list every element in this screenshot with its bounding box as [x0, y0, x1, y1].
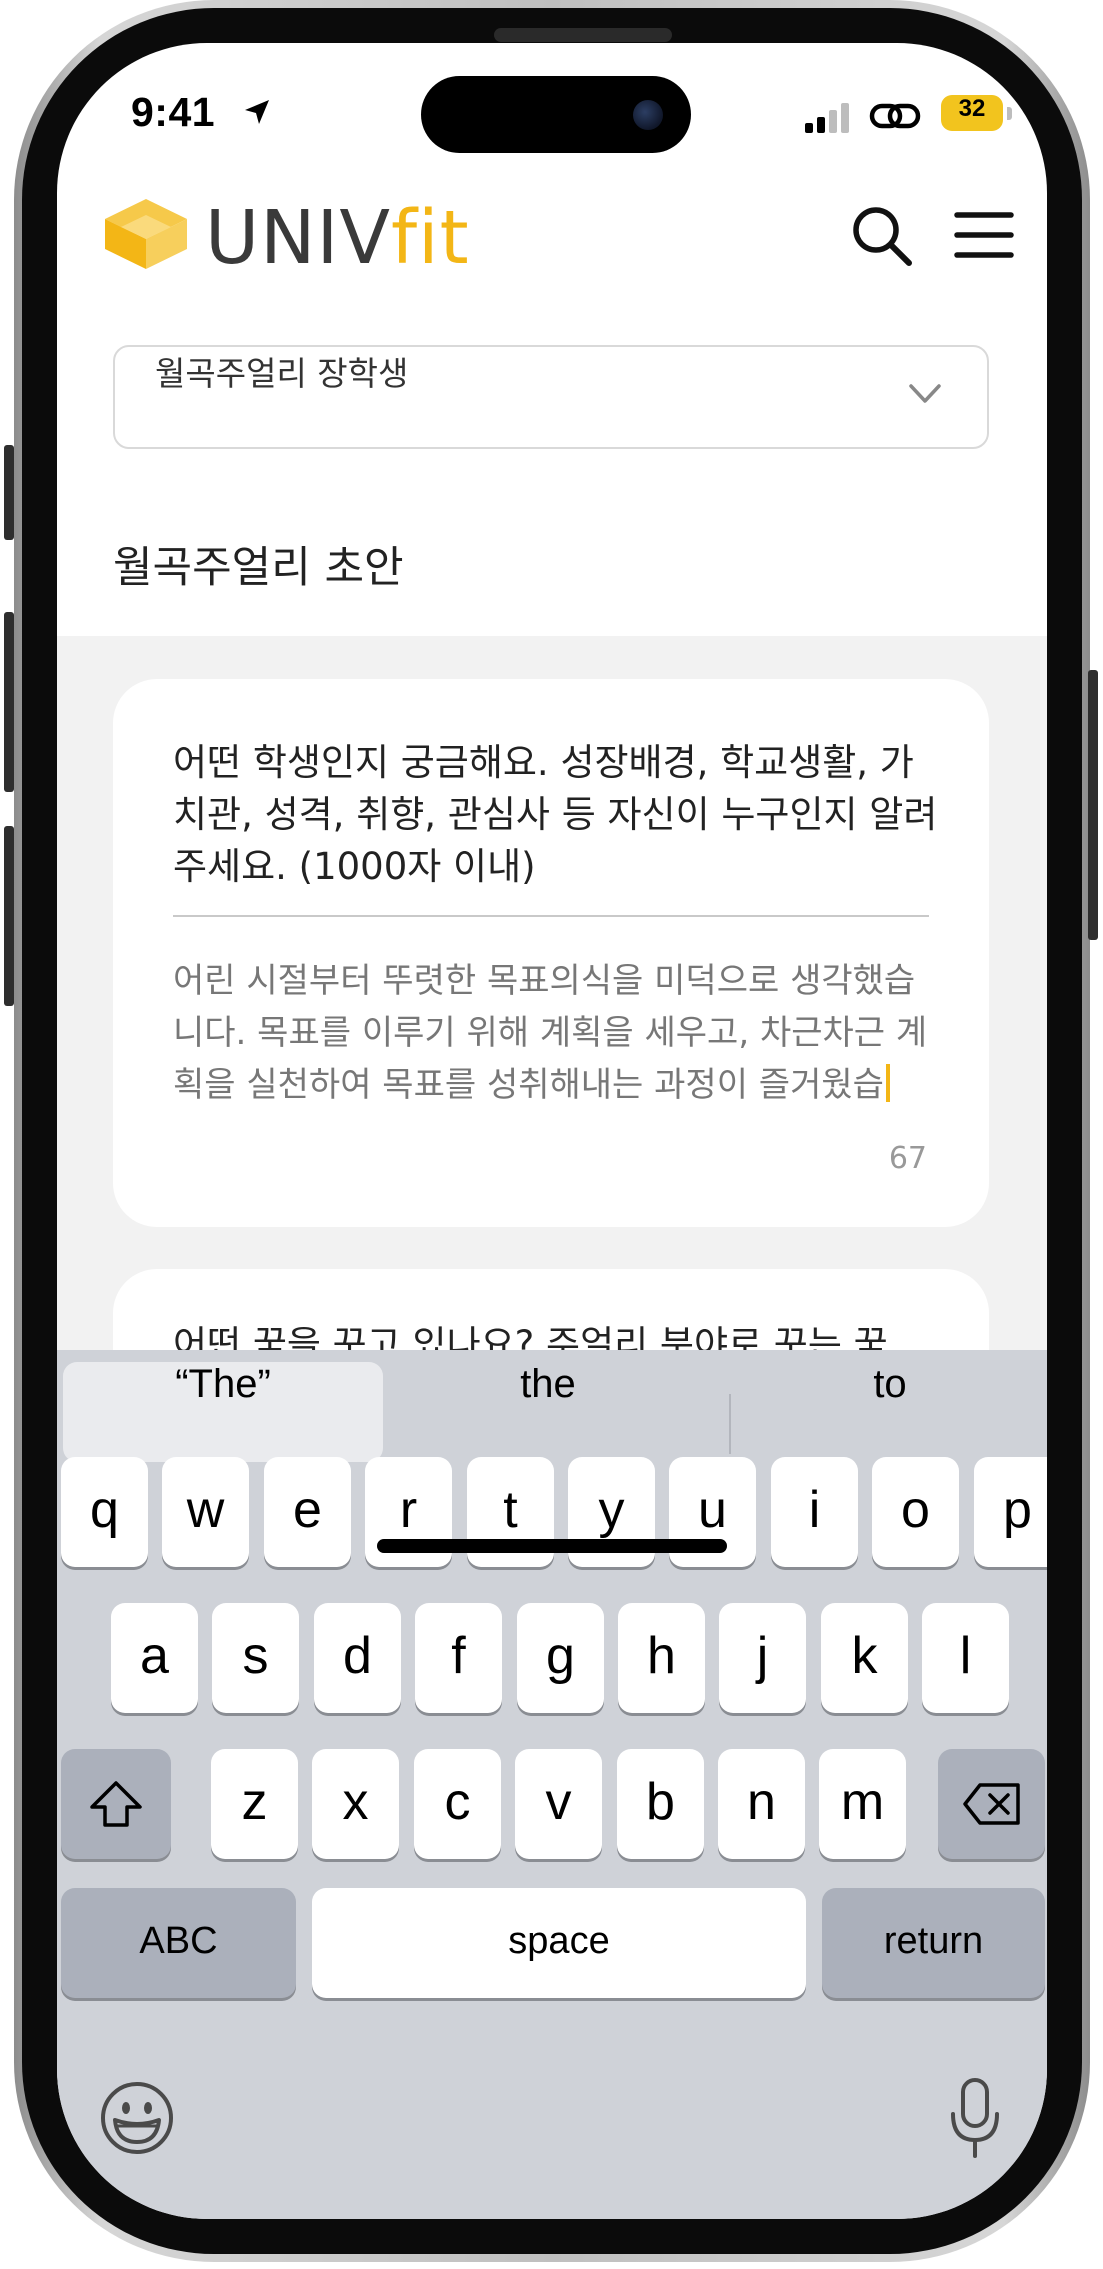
location-arrow-icon [245, 100, 269, 124]
screen: 9:41 32 UNIV fit 월곡주얼리 장학생 월곡주얼리 초안 어떤 학… [57, 43, 1047, 2219]
camera-icon [633, 100, 663, 130]
key-e[interactable]: e [264, 1457, 351, 1567]
battery-level: 32 [958, 95, 986, 122]
key-j[interactable]: j [719, 1603, 806, 1713]
key-o[interactable]: o [872, 1457, 959, 1567]
text-cursor [885, 1064, 890, 1102]
predictive-bar: “The” the to [57, 1362, 1047, 1462]
section-title: 월곡주얼리 초안 [113, 543, 404, 593]
backspace-icon [962, 1783, 1020, 1825]
cellular-signal-icon [805, 103, 849, 133]
key-v[interactable]: v [515, 1749, 602, 1859]
shift-icon [90, 1781, 142, 1827]
backspace-key[interactable] [938, 1749, 1045, 1859]
return-key[interactable]: return [822, 1888, 1045, 1998]
key-b[interactable]: b [617, 1749, 704, 1859]
shift-key[interactable] [61, 1749, 171, 1859]
key-s[interactable]: s [212, 1603, 299, 1713]
keyboard: “The” the to qwertyuiop asdfghjkl zxcvbn… [57, 1350, 1047, 2219]
key-a[interactable]: a [111, 1603, 198, 1713]
action-button [4, 445, 14, 540]
battery-indicator: 32 [941, 95, 1003, 131]
suggestion-item[interactable]: the [387, 1362, 709, 1462]
chevron-down-icon [909, 384, 941, 403]
answer-textarea[interactable]: 어린 시절부터 뚜렷한 목표의식을 미덕으로 생각했습니다. 목표를 이루기 위… [173, 955, 943, 1111]
suggestion-item[interactable]: “The” [63, 1362, 383, 1462]
status-time: 9:41 [131, 89, 216, 135]
dynamic-island [421, 76, 691, 153]
answer-text: 어린 시절부터 뚜렷한 목표의식을 미덕으로 생각했습니다. 목표를 이루기 위… [173, 961, 928, 1105]
battery-cap [1007, 107, 1012, 120]
microphone-icon[interactable] [947, 2076, 1003, 2160]
key-d[interactable]: d [314, 1603, 401, 1713]
divider [173, 915, 929, 917]
key-q[interactable]: q [61, 1457, 148, 1567]
select-value: 월곡주얼리 장학생 [155, 354, 409, 393]
link-icon [869, 103, 921, 129]
suggestion-separator [729, 1394, 731, 1454]
key-p[interactable]: p [974, 1457, 1047, 1567]
key-x[interactable]: x [312, 1749, 399, 1859]
speaker-slot [494, 28, 672, 42]
logo-cube-icon [105, 199, 187, 269]
hamburger-menu-icon[interactable] [953, 205, 1015, 265]
emoji-icon[interactable] [99, 2080, 175, 2156]
key-w[interactable]: w [162, 1457, 249, 1567]
key-c[interactable]: c [414, 1749, 501, 1859]
key-z[interactable]: z [211, 1749, 298, 1859]
logo-fit: fit [390, 195, 470, 281]
suggestion-item[interactable]: to [733, 1362, 1047, 1462]
logo-univ: UNIV [205, 195, 391, 281]
character-count: 67 [888, 1141, 927, 1176]
volume-down-button [4, 826, 14, 1006]
space-key[interactable]: space [312, 1888, 806, 1998]
key-k[interactable]: k [821, 1603, 908, 1713]
key-h[interactable]: h [618, 1603, 705, 1713]
logo-wordmark[interactable]: UNIV fit [205, 195, 470, 281]
key-i[interactable]: i [771, 1457, 858, 1567]
key-f[interactable]: f [415, 1603, 502, 1713]
home-indicator[interactable] [377, 1539, 727, 1553]
volume-up-button [4, 612, 14, 792]
abc-key[interactable]: ABC [61, 1888, 296, 1998]
search-icon[interactable] [847, 201, 917, 271]
key-m[interactable]: m [819, 1749, 906, 1859]
question-text: 어떤 학생인지 궁금해요. 성장배경, 학교생활, 가치관, 성격, 취향, 관… [173, 741, 938, 888]
key-g[interactable]: g [517, 1603, 604, 1713]
scholarship-select[interactable]: 월곡주얼리 장학생 [113, 345, 989, 449]
power-button [1088, 670, 1098, 940]
question-card: 어떤 학생인지 궁금해요. 성장배경, 학교생활, 가치관, 성격, 취향, 관… [113, 679, 989, 1227]
key-n[interactable]: n [718, 1749, 805, 1859]
key-l[interactable]: l [922, 1603, 1009, 1713]
